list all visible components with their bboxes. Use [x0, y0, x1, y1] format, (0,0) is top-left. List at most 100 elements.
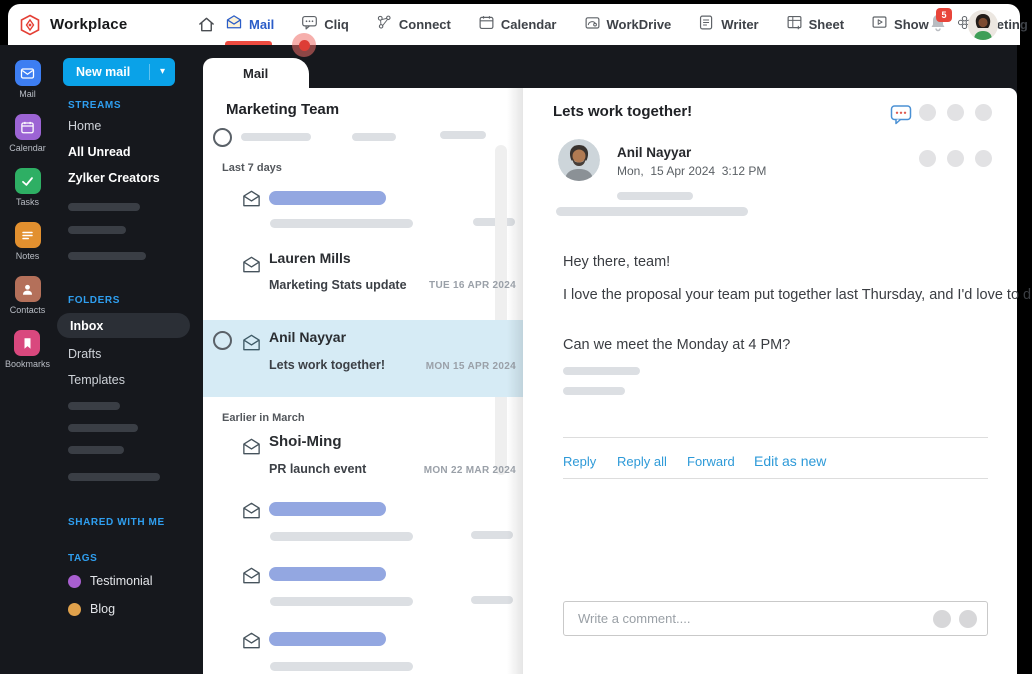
- message-sender-name: Anil Nayyar: [617, 145, 692, 160]
- folder-item-templates[interactable]: Templates: [68, 373, 125, 387]
- stream-item-home[interactable]: Home: [68, 119, 101, 133]
- envelope-icon: [243, 334, 260, 351]
- skeleton-bar: [68, 203, 140, 211]
- skeleton-bar: [473, 218, 515, 226]
- folder-item-drafts[interactable]: Drafts: [68, 347, 101, 361]
- skeleton-bar: [269, 191, 386, 205]
- email-date: TUE 16 APR 2024: [429, 280, 516, 291]
- skeleton-bar: [269, 567, 386, 581]
- mail-icon: [225, 13, 243, 36]
- folder-item-label: Inbox: [70, 318, 104, 333]
- stream-item-zylker-creators[interactable]: Zylker Creators: [68, 171, 160, 185]
- skeleton-bar: [68, 226, 126, 234]
- folders-section-title: FOLDERS: [68, 295, 120, 306]
- rail-item-contacts[interactable]: Contacts: [10, 276, 45, 315]
- rail-item-tasks[interactable]: Tasks: [14, 168, 41, 207]
- skeleton-bar: [68, 402, 120, 410]
- skeleton-bar: [269, 502, 386, 516]
- skeleton-bar: [269, 632, 386, 646]
- email-sender: Shoi-Ming: [269, 433, 342, 450]
- comment-action-placeholder: [959, 610, 977, 628]
- primary-nav: Mail Cliq Connect Calendar WorkDrive Wri…: [225, 4, 1028, 45]
- email-subject: Lets work together!: [269, 358, 385, 372]
- cliq-pulse-indicator[interactable]: [292, 33, 316, 57]
- skeleton-bar: [563, 387, 625, 395]
- rail-item-label: Bookmarks: [4, 359, 50, 369]
- nav-item-mail[interactable]: Mail: [225, 13, 274, 36]
- tag-label: Testimonial: [90, 574, 153, 588]
- comment-input[interactable]: [578, 603, 908, 634]
- notifications[interactable]: 5: [928, 7, 952, 38]
- top-bar: Workplace Mail Cliq Connect Calendar Wor…: [8, 4, 1028, 45]
- skeleton-bar: [68, 252, 146, 260]
- nav-item-label: Calendar: [500, 17, 557, 32]
- tag-item-blog[interactable]: Blog: [68, 602, 115, 616]
- folder-item-inbox[interactable]: Inbox: [57, 313, 190, 338]
- envelope-icon: [243, 502, 260, 519]
- action-link-reply-all[interactable]: Reply all: [617, 454, 667, 469]
- sheet-icon: [786, 14, 803, 36]
- nav-item-workdrive[interactable]: WorkDrive: [584, 14, 671, 36]
- envelope-icon: [243, 256, 260, 273]
- skeleton-bar: [617, 192, 693, 200]
- new-mail-button[interactable]: New mail ▾: [63, 58, 175, 86]
- stream-item-all-unread[interactable]: All Unread: [68, 145, 131, 159]
- skeleton-bar: [68, 424, 138, 432]
- nav-item-calendar[interactable]: Calendar: [478, 14, 557, 36]
- tasks-app-icon: [14, 168, 41, 194]
- rail-item-bookmarks[interactable]: Bookmarks: [5, 330, 50, 369]
- home-icon[interactable]: [197, 15, 216, 34]
- skeleton-bar: [270, 219, 413, 228]
- folder-sidebar: New mail ▾ STREAMS Home All Unread Zylke…: [55, 45, 203, 674]
- skeleton-bar: [270, 597, 413, 606]
- nav-item-connect[interactable]: Connect: [376, 14, 451, 36]
- rail-item-calendar[interactable]: Calendar: [9, 114, 46, 153]
- message-subject: Lets work together!: [553, 103, 693, 120]
- top-bar-right: 5: [928, 4, 998, 45]
- select-all-radio[interactable]: [213, 128, 232, 147]
- app-rail: Mail Calendar Tasks Notes Contacts Bookm…: [0, 45, 55, 674]
- comment-box: [563, 601, 988, 636]
- notification-badge: 5: [936, 7, 952, 22]
- tag-label: Blog: [90, 602, 116, 616]
- tag-color-dot: [68, 574, 81, 588]
- nav-item-show[interactable]: Show: [871, 14, 929, 36]
- mail-tab-label: Mail: [243, 66, 269, 81]
- rail-item-mail[interactable]: Mail: [14, 60, 41, 99]
- skeleton-bar: [563, 367, 640, 375]
- user-avatar[interactable]: [968, 9, 998, 40]
- nav-item-writer[interactable]: Writer: [698, 14, 759, 36]
- comment-action-placeholder: [933, 610, 951, 628]
- tags-section-title: TAGS: [68, 553, 98, 564]
- nav-item-label: Mail: [249, 17, 275, 32]
- contacts-app-icon: [14, 276, 41, 302]
- email-subject: PR launch event: [269, 462, 367, 476]
- chevron-down-icon[interactable]: ▾: [149, 64, 175, 80]
- brand: Workplace: [18, 4, 216, 45]
- message-body-paragraph: Can we meet the Monday at 4 PM?: [563, 337, 791, 353]
- workdrive-icon: [584, 14, 601, 36]
- skeleton-bar: [68, 446, 124, 454]
- envelope-icon: [243, 632, 260, 649]
- rail-item-notes[interactable]: Notes: [14, 222, 41, 261]
- divider: [563, 437, 988, 438]
- toolbar-placeholder-circle: [919, 104, 936, 121]
- bookmarks-app-icon: [14, 330, 41, 356]
- action-link-edit-as-new[interactable]: Edit as new: [754, 453, 826, 469]
- mail-tab[interactable]: Mail: [203, 58, 309, 89]
- action-link-reply[interactable]: Reply: [563, 454, 596, 469]
- toolbar-placeholder-circle: [975, 150, 992, 167]
- new-mail-label: New mail: [76, 65, 131, 79]
- list-scrollbar[interactable]: [495, 145, 507, 475]
- nav-item-cliq[interactable]: Cliq: [301, 14, 349, 36]
- email-select-radio[interactable]: [213, 331, 232, 350]
- section-label-last-7-days: Last 7 days: [222, 162, 282, 174]
- skeleton-bar: [556, 207, 748, 216]
- tag-item-testimonial[interactable]: Testimonial: [68, 574, 153, 588]
- nav-item-label: Connect: [398, 17, 451, 32]
- nav-item-sheet[interactable]: Sheet: [786, 14, 844, 36]
- comment-bubble-icon[interactable]: [890, 103, 912, 130]
- action-link-forward[interactable]: Forward: [687, 454, 735, 469]
- skeleton-bar: [270, 662, 413, 671]
- email-item-anil-nayyar-selected[interactable]: Anil Nayyar Lets work together! MON 15 A…: [203, 320, 523, 397]
